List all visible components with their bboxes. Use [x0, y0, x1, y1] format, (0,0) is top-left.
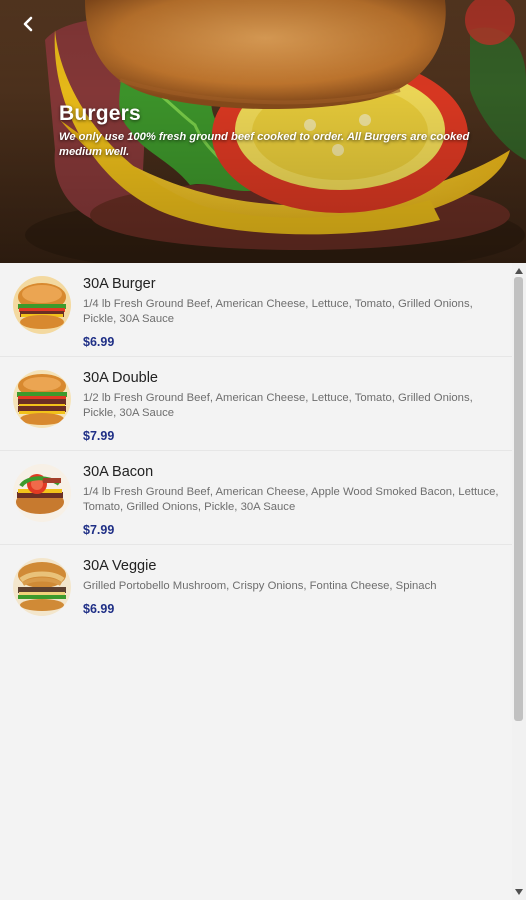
- item-price: $7.99: [83, 429, 115, 443]
- menu-item[interactable]: 30A Veggie Grilled Portobello Mushroom, …: [0, 544, 512, 623]
- item-name: 30A Veggie: [83, 558, 157, 574]
- item-description: 1/4 lb Fresh Ground Beef, American Chees…: [83, 486, 499, 513]
- burger-photo: [13, 464, 71, 522]
- item-price: $7.99: [83, 523, 115, 537]
- menu-item[interactable]: 30A Bacon 1/4 lb Fresh Ground Beef, Amer…: [0, 450, 512, 544]
- burger-photo: [13, 370, 71, 428]
- item-thumbnail: [13, 464, 71, 522]
- burger-photo: [13, 276, 71, 334]
- item-price: $6.99: [83, 602, 115, 616]
- item-description: Grilled Portobello Mushroom, Crispy Onio…: [83, 580, 437, 592]
- category-title: Burgers: [59, 102, 141, 125]
- menu-item[interactable]: 30A Burger 1/4 lb Fresh Ground Beef, Ame…: [0, 263, 512, 356]
- menu-item[interactable]: 30A Double 1/2 lb Fresh Ground Beef, Ame…: [0, 356, 512, 450]
- category-description: We only use 100% fresh ground beef cooke…: [59, 131, 470, 158]
- item-thumbnail: [13, 558, 71, 616]
- header-banner: Burgers We only use 100% fresh ground be…: [0, 0, 526, 263]
- burger-photo: [13, 558, 71, 616]
- scrollbar[interactable]: [512, 263, 526, 900]
- item-name: 30A Double: [83, 370, 158, 386]
- scroll-up-arrow-icon[interactable]: [512, 265, 526, 277]
- menu-item-list: 30A Burger 1/4 lb Fresh Ground Beef, Ame…: [0, 263, 512, 900]
- back-arrow-icon: [23, 16, 33, 32]
- item-description: 1/4 lb Fresh Ground Beef, American Chees…: [83, 298, 473, 325]
- item-price: $6.99: [83, 335, 115, 349]
- back-button[interactable]: [14, 10, 42, 38]
- item-thumbnail: [13, 370, 71, 428]
- scrollbar-thumb[interactable]: [514, 277, 523, 721]
- item-thumbnail: [13, 276, 71, 334]
- item-name: 30A Burger: [83, 276, 156, 292]
- item-description: 1/2 lb Fresh Ground Beef, American Chees…: [83, 392, 473, 419]
- item-name: 30A Bacon: [83, 464, 154, 480]
- scroll-down-arrow-icon[interactable]: [512, 886, 526, 898]
